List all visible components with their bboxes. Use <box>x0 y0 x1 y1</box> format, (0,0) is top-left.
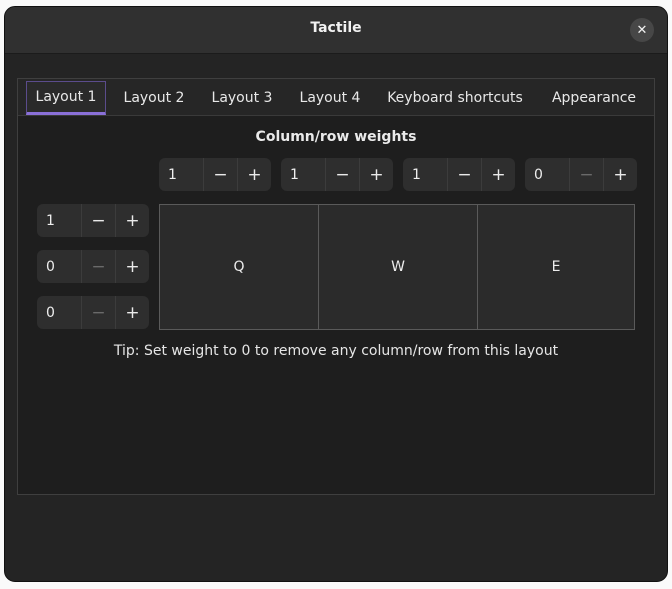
column-weight-2-increment-button[interactable]: + <box>359 158 393 191</box>
tab-layout-3[interactable]: Layout 3 <box>202 81 282 115</box>
row-weight-1-value[interactable]: 1 <box>37 204 81 237</box>
row-weight-1-decrement-button[interactable]: − <box>81 204 115 237</box>
column-weight-4-decrement-button[interactable]: − <box>569 158 603 191</box>
layout-cell-q[interactable]: Q <box>159 204 319 330</box>
row-weight-3-decrement-button[interactable]: − <box>81 296 115 329</box>
layout-cell-e[interactable]: E <box>477 204 635 330</box>
column-weight-1-value[interactable]: 1 <box>159 158 203 191</box>
column-weight-4-increment-button[interactable]: + <box>603 158 637 191</box>
column-weight-1-spinner: 1 − + <box>159 158 271 191</box>
tab-layout-1[interactable]: Layout 1 <box>26 81 106 115</box>
column-weight-3-decrement-button[interactable]: − <box>447 158 481 191</box>
column-weight-3-spinner: 1 − + <box>403 158 515 191</box>
column-weight-2-decrement-button[interactable]: − <box>325 158 359 191</box>
title-bar[interactable]: Tactile ✕ <box>5 7 667 54</box>
row-weight-2-value[interactable]: 0 <box>37 250 81 283</box>
column-weight-4-value[interactable]: 0 <box>525 158 569 191</box>
layout-notebook: Layout 1 Layout 2 Layout 3 Layout 4 Keyb… <box>17 78 655 495</box>
column-weight-2-spinner: 1 − + <box>281 158 393 191</box>
row-weight-1-spinner: 1 − + <box>37 204 149 237</box>
column-weight-4-spinner: 0 − + <box>525 158 637 191</box>
tab-bar: Layout 1 Layout 2 Layout 3 Layout 4 Keyb… <box>18 79 654 116</box>
layout-cell-w[interactable]: W <box>318 204 478 330</box>
tab-layout-2[interactable]: Layout 2 <box>114 81 194 115</box>
column-weight-1-increment-button[interactable]: + <box>237 158 271 191</box>
column-weight-1-decrement-button[interactable]: − <box>203 158 237 191</box>
row-weight-3-spinner: 0 − + <box>37 296 149 329</box>
column-weight-3-increment-button[interactable]: + <box>481 158 515 191</box>
close-button[interactable]: ✕ <box>630 18 654 42</box>
window-title: Tactile <box>310 20 362 36</box>
row-weight-2-decrement-button[interactable]: − <box>81 250 115 283</box>
row-weight-2-increment-button[interactable]: + <box>115 250 149 283</box>
tab-appearance[interactable]: Appearance <box>542 81 646 115</box>
tab-layout-4[interactable]: Layout 4 <box>290 81 370 115</box>
row-weight-3-increment-button[interactable]: + <box>115 296 149 329</box>
column-weight-3-value[interactable]: 1 <box>403 158 447 191</box>
tip-text: Tip: Set weight to 0 to remove any colum… <box>113 343 559 359</box>
row-weight-1-increment-button[interactable]: + <box>115 204 149 237</box>
column-weight-2-value[interactable]: 1 <box>281 158 325 191</box>
section-title: Column/row weights <box>255 129 417 145</box>
row-weight-2-spinner: 0 − + <box>37 250 149 283</box>
tactile-window: Tactile ✕ Layout 1 Layout 2 Layout 3 Lay… <box>4 6 668 582</box>
close-icon: ✕ <box>636 22 648 38</box>
tab-keyboard-shortcuts[interactable]: Keyboard shortcuts <box>380 81 530 115</box>
row-weight-3-value[interactable]: 0 <box>37 296 81 329</box>
